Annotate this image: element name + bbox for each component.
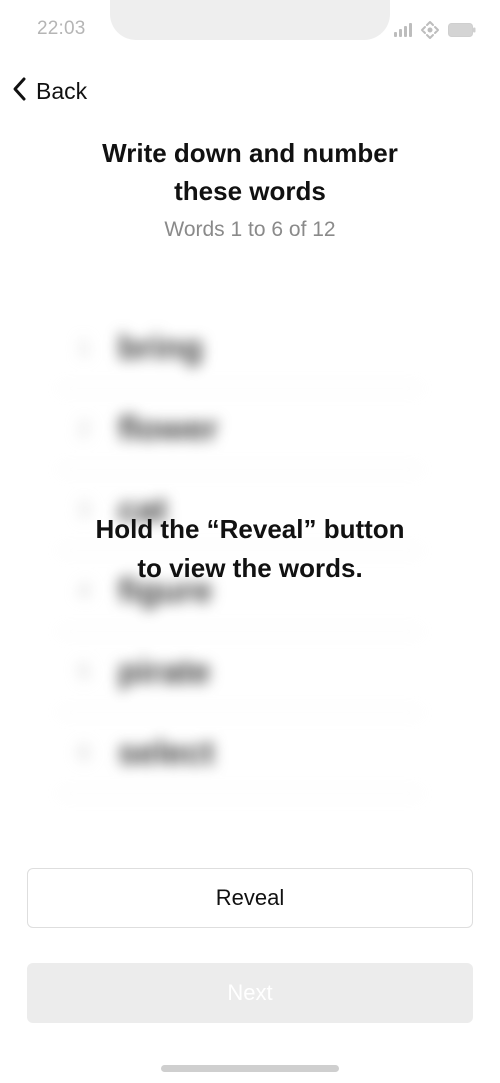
word-index: 1 xyxy=(77,335,91,360)
word-row: 5 pirate xyxy=(60,632,420,713)
word-row: 2 flower xyxy=(60,389,420,470)
word-text: flower xyxy=(118,409,219,448)
status-icons xyxy=(394,20,476,40)
battery-icon xyxy=(448,23,476,37)
home-indicator xyxy=(161,1065,339,1072)
next-button[interactable]: Next xyxy=(27,963,473,1023)
wifi-icon xyxy=(420,20,440,40)
reveal-button[interactable]: Reveal xyxy=(27,868,473,928)
reveal-hint-line2: to view the words. xyxy=(137,553,363,583)
reveal-hint-line1: Hold the “Reveal” button xyxy=(95,514,405,544)
back-button[interactable]: Back xyxy=(10,72,87,110)
word-index: 2 xyxy=(77,416,91,441)
device-notch xyxy=(110,0,390,40)
word-row: 6 select xyxy=(60,713,420,794)
word-index: 6 xyxy=(77,740,91,765)
signal-icon xyxy=(394,23,412,37)
word-text: pirate xyxy=(118,652,211,691)
page-title: Write down and number these words xyxy=(50,134,450,210)
word-index: 5 xyxy=(77,659,91,684)
chevron-left-icon xyxy=(10,76,30,107)
status-bar: 22:03 xyxy=(0,0,500,56)
next-button-label: Next xyxy=(227,980,273,1005)
page-title-line1: Write down and number xyxy=(102,138,398,168)
word-row: 1 bring xyxy=(60,308,420,389)
word-text: select xyxy=(118,733,215,772)
page-title-line2: these words xyxy=(174,176,326,206)
status-time: 22:03 xyxy=(37,18,86,39)
page-subtitle: Words 1 to 6 of 12 xyxy=(164,218,336,241)
reveal-hint: Hold the “Reveal” button to view the wor… xyxy=(40,510,460,588)
word-text: bring xyxy=(118,328,203,367)
reveal-button-label: Reveal xyxy=(215,885,285,910)
back-label: Back xyxy=(36,77,88,104)
